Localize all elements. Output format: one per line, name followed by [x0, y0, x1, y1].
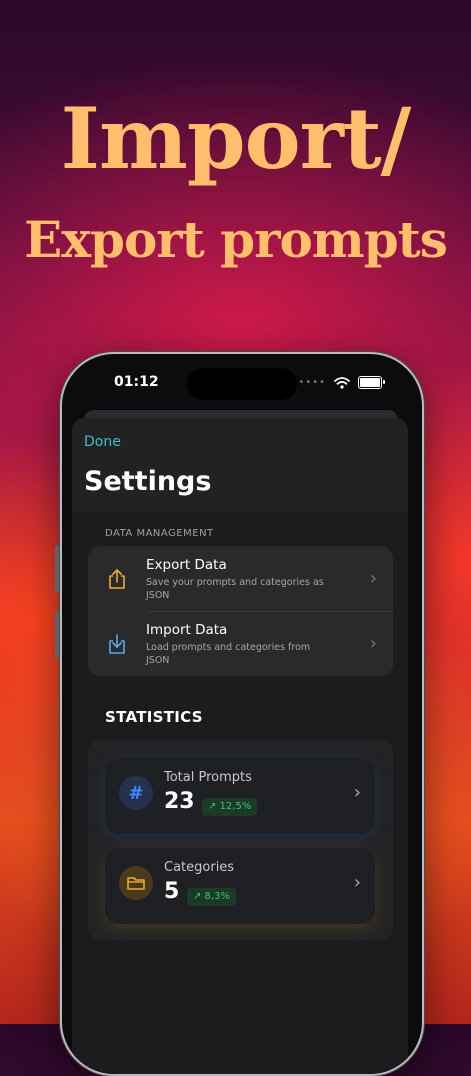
chevron-right-icon: › — [369, 633, 377, 654]
status-indicators: •••• — [298, 376, 385, 389]
phone-side-button-left — [55, 545, 59, 593]
signal-icon: •••• — [298, 377, 326, 388]
folder-icon — [119, 866, 153, 900]
share-icon — [109, 569, 125, 589]
page-title: Settings — [84, 466, 212, 497]
import-data-description: Load prompts and categories from JSON — [146, 642, 311, 666]
phone-side-button-left-lower — [55, 610, 59, 658]
categories-change-badge: ↗ 8,3% — [187, 888, 236, 906]
chevron-right-icon: › — [369, 568, 377, 589]
done-button[interactable]: Done — [84, 434, 121, 450]
statistics-panel: # Total Prompts 23 ↗ 12,5% › Categories … — [88, 740, 393, 940]
categories-value: 5 — [164, 879, 180, 904]
total-prompts-value: 23 — [164, 789, 195, 814]
headline-line-1: Import/ — [60, 89, 412, 188]
download-icon — [109, 634, 125, 654]
chevron-right-icon: › — [353, 872, 361, 893]
headline-line-2: Export prompts — [24, 210, 448, 269]
categories-card[interactable]: Categories 5 ↗ 8,3% › — [105, 848, 375, 924]
status-time: 01:12 — [114, 374, 159, 390]
data-management-group: Export Data Save your prompts and catego… — [88, 546, 393, 676]
import-data-row[interactable]: Import Data Load prompts and categories … — [88, 611, 393, 676]
settings-sheet: Done Settings DATA MANAGEMENT Export Dat… — [72, 418, 408, 1074]
chevron-right-icon: › — [353, 782, 361, 803]
total-prompts-label: Total Prompts — [164, 770, 252, 785]
settings-header: Done Settings — [72, 418, 408, 512]
export-data-row[interactable]: Export Data Save your prompts and catego… — [88, 546, 393, 612]
import-data-label: Import Data — [146, 622, 228, 638]
data-management-section-label: DATA MANAGEMENT — [105, 528, 214, 539]
wifi-icon — [334, 376, 350, 389]
total-prompts-card[interactable]: # Total Prompts 23 ↗ 12,5% › — [105, 758, 375, 834]
categories-label: Categories — [164, 860, 235, 875]
battery-icon — [358, 376, 385, 389]
export-data-label: Export Data — [146, 557, 227, 573]
hash-icon: # — [119, 776, 153, 810]
dynamic-island — [187, 368, 297, 400]
statistics-section-label: STATISTICS — [105, 708, 203, 726]
export-data-description: Save your prompts and categories as JSON — [146, 577, 324, 601]
phone-frame: 01:12 •••• Done Settings DATA MANAGEMENT… — [60, 352, 424, 1076]
total-prompts-change-badge: ↗ 12,5% — [202, 798, 258, 816]
